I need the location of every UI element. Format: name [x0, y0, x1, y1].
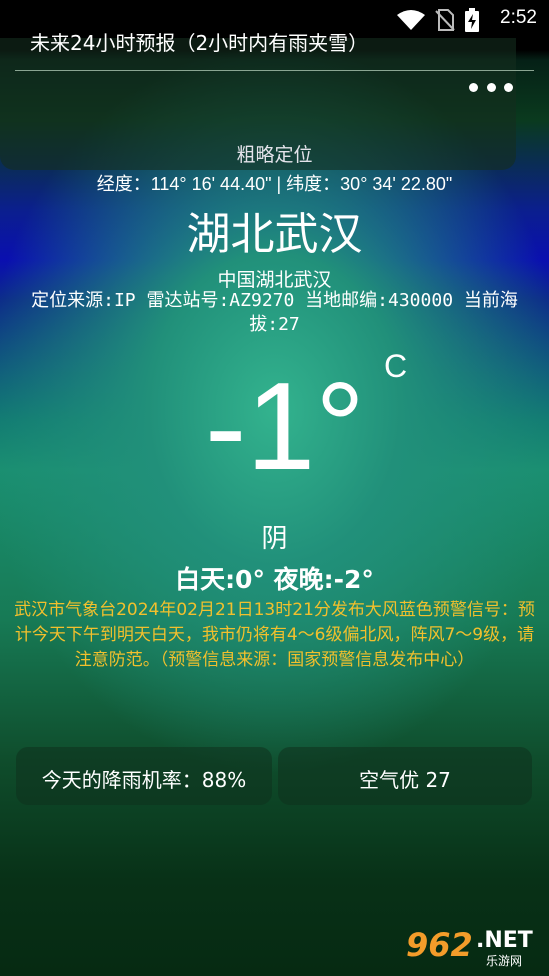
rain-probability: 今天的降雨机率：88%	[41, 768, 247, 792]
weather-condition: 阴	[261, 524, 288, 554]
dot-icon	[504, 82, 513, 92]
coordinates: 经度：114° 16' 44.40" | 纬度：30° 34' 22.80"	[96, 174, 453, 194]
region-name: 中国湖北武汉	[217, 269, 332, 291]
air-quality: 空气优 27	[359, 768, 451, 792]
watermark-number: 962	[406, 926, 473, 964]
temperature-range: 白天:0° 夜晚:-2°	[175, 565, 374, 594]
more-options-button[interactable]	[469, 76, 513, 98]
watermark-text: 乐游网	[486, 954, 523, 968]
divider	[15, 70, 534, 71]
current-temperature: -1°	[205, 358, 365, 496]
watermark-net: .NET	[476, 928, 533, 953]
battery-charging-icon	[465, 8, 479, 32]
air-quality-card[interactable]: 空气优 27	[278, 747, 532, 805]
location-details: 定位来源:IP 雷达站号:AZ9270 当地邮编:430000 当前海拔:27	[31, 290, 518, 335]
status-time: 2:52	[500, 7, 537, 28]
weather-warning: 武汉市气象台2024年02月21日13时21分发布大风蓝色预警信号：预计今天下午…	[14, 600, 535, 670]
rain-probability-card[interactable]: 今天的降雨机率：88%	[16, 747, 272, 805]
wifi-icon	[397, 10, 425, 30]
temperature-unit: C	[384, 348, 408, 384]
city-name: 湖北武汉	[186, 209, 363, 260]
forecast-title: 未来24小时预报（2小时内有雨夹雪）	[30, 31, 369, 55]
no-sim-icon	[435, 9, 455, 31]
dot-icon	[486, 82, 496, 92]
watermark-logo: 962 .NET 乐游网	[406, 924, 541, 970]
location-mode: 粗略定位	[236, 144, 313, 166]
dot-icon	[469, 82, 478, 92]
